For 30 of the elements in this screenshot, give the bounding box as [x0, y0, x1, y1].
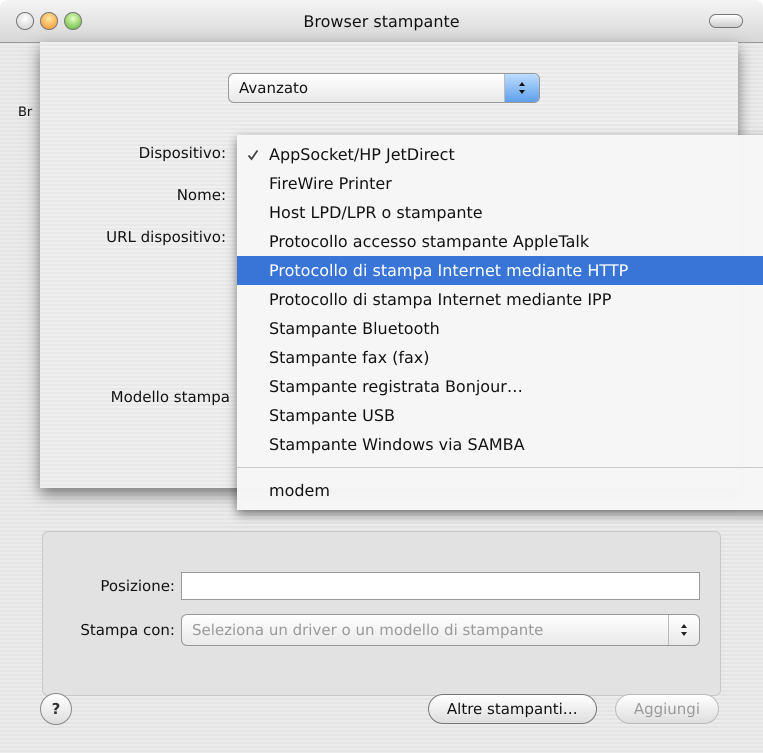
menu-item[interactable]: Stampante fax (fax) — [237, 343, 763, 372]
close-button[interactable] — [16, 12, 34, 30]
field-label: Posizione: — [99, 577, 175, 595]
field-label: Nome: — [176, 185, 226, 205]
menu-item[interactable]: Protocollo di stampa Internet mediante IPP — [237, 285, 763, 314]
minimize-button[interactable] — [40, 12, 58, 30]
zoom-button[interactable] — [64, 12, 82, 30]
menu-item[interactable]: FireWire Printer — [237, 169, 763, 198]
help-button[interactable]: ? — [40, 693, 72, 725]
window-title: Browser stampante — [303, 12, 460, 30]
field-label: Modello stampa — [110, 387, 230, 407]
stepper-arrows-icon — [504, 74, 539, 102]
menu-item[interactable]: modem — [237, 476, 763, 505]
toolbar-toggle-button[interactable] — [709, 14, 743, 28]
menu-item[interactable]: Protocollo di stampa Internet mediante HTTP — [237, 256, 763, 285]
toolbar-label: Br — [18, 105, 32, 120]
menu-item[interactable]: Stampante Bluetooth — [237, 314, 763, 343]
checkmark-icon — [247, 148, 259, 160]
field-label: Dispositivo: — [138, 143, 226, 163]
field-label: URL dispositivo: — [106, 227, 226, 247]
dialog-button[interactable]: Altre stampanti… — [428, 694, 597, 724]
menu-item[interactable]: Stampante USB — [237, 401, 763, 430]
menu-item[interactable]: Stampante Windows via SAMBA — [237, 430, 763, 459]
menu-item[interactable]: Stampante registrata Bonjour… — [237, 372, 763, 401]
menu-item[interactable]: Host LPD/LPR o stampante — [237, 198, 763, 227]
field-label: Stampa con: — [79, 621, 175, 639]
view-popup[interactable]: Avanzato — [228, 73, 540, 103]
position-field[interactable] — [181, 572, 700, 600]
menu-item[interactable]: Protocollo accesso stampante AppleTalk — [237, 227, 763, 256]
menu-item[interactable]: AppSocket/HP JetDirect — [237, 140, 763, 169]
